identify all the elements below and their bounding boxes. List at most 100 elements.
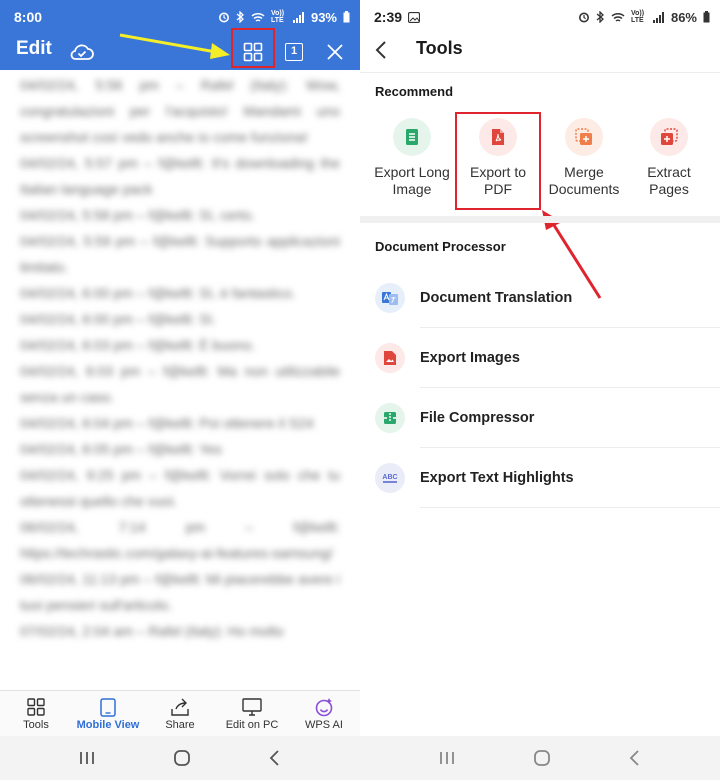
svg-text:ABC: ABC [382, 474, 397, 481]
tab-label: Tools [23, 719, 49, 731]
page-title: Tools [416, 38, 463, 58]
alarm-icon [578, 12, 589, 23]
wifi-icon [611, 12, 625, 22]
recommend-section-title: Recommend [375, 84, 454, 99]
document-text-line: 04/02/24, 6:00 pm – f@kellt: Sì, è fanta… [20, 285, 296, 301]
status-time: 2:39 [374, 9, 403, 25]
tab-wps-ai[interactable]: WPS AI [288, 691, 360, 736]
sparkle-icon [314, 697, 334, 717]
bluetooth-icon [596, 11, 604, 23]
tool-export-text-highlights[interactable]: ABC Export Text Highlights [360, 448, 720, 508]
signal-label: Vo)) LTE [630, 10, 645, 24]
document-text-line: 07/02/24, 2:04 am – Rafel (Italy): Ho mo… [20, 623, 284, 639]
tool-merge-documents[interactable]: Merge Documents [541, 118, 627, 198]
back-nav-icon[interactable] [269, 750, 281, 766]
document-text-line: 04/02/24, 5:59 pm – f@kellt: Supporto ap… [20, 233, 340, 275]
tab-label: Mobile View [76, 719, 140, 731]
recent-apps-icon[interactable] [79, 751, 95, 765]
yellow-arrow-annotation [119, 33, 230, 59]
wifi-icon [251, 12, 265, 22]
section-divider [360, 216, 720, 223]
bluetooth-icon [236, 11, 244, 23]
battery-icon [343, 11, 350, 23]
status-bar: 2:39 Vo)) LTE 86% [360, 0, 720, 34]
page-count-button[interactable]: 1 [283, 34, 305, 70]
tab-label: Share [165, 719, 195, 731]
tool-label: Export Images [420, 350, 520, 366]
status-icons: Vo)) LTE 93% [218, 10, 350, 25]
left-phone-screen: 8:00 Vo)) LTE 93% Edit 1 04/02/24, 5:56 [0, 0, 360, 780]
document-text-line: 04/02/24, 6:05 pm – f@kellt: Yes [20, 441, 222, 457]
document-text-line: 04/02/24, 5:58 pm – f@kellt: Sì, certo. [20, 207, 256, 223]
tool-label: File Compressor [420, 410, 535, 426]
tab-mobile-view[interactable]: Mobile View [72, 691, 144, 736]
document-text-line: 04/02/24, 5:57 pm – f@kellt: It's downlo… [20, 155, 340, 197]
battery-percent: 86% [670, 9, 697, 25]
processor-section-title: Document Processor [375, 239, 506, 254]
grid-icon [27, 697, 45, 717]
status-bar: 8:00 Vo)) LTE 93% [0, 0, 360, 34]
system-nav-bar [0, 736, 360, 780]
tab-label: Edit on PC [225, 719, 279, 731]
merge-icon [565, 118, 603, 156]
edit-title[interactable]: Edit [16, 38, 52, 60]
tool-label: Export Long Image [374, 164, 450, 197]
row-divider [420, 507, 720, 508]
extract-icon [650, 118, 688, 156]
status-time-group: 2:39 [374, 9, 578, 25]
right-phone-screen: 2:39 Vo)) LTE 86% Tools Recommend Export… [360, 0, 720, 780]
tool-export-long-image[interactable]: Export Long Image [369, 118, 455, 198]
back-arrow-icon[interactable] [374, 39, 388, 66]
header-divider [360, 72, 720, 73]
page-header: Tools [360, 34, 720, 72]
gallery-notification-icon [408, 11, 421, 23]
tool-file-compressor[interactable]: File Compressor [360, 388, 720, 448]
document-content[interactable]: 04/02/24, 5:56 pm – Rafel (Italy): Wow, … [0, 70, 360, 690]
battery-icon [703, 11, 710, 23]
tool-document-translation[interactable]: Document Translation [360, 268, 720, 328]
document-text-line: 04/02/24, 6:04 pm – f@kellt: Poi ottener… [20, 415, 314, 431]
tab-share[interactable]: Share [144, 691, 216, 736]
back-nav-icon[interactable] [629, 750, 641, 766]
monitor-icon [242, 697, 262, 717]
signal-bars-icon [292, 11, 304, 23]
document-text-line: 06/02/24, 7:14 pm – f@kellt: https://tec… [20, 519, 340, 561]
tool-label: Merge Documents [548, 164, 620, 197]
document-text-line: 04/02/24, 6:03 pm – f@kellt: È buono. [20, 337, 256, 353]
alarm-icon [218, 12, 229, 23]
tab-tools[interactable]: Tools [0, 691, 72, 736]
highlight-box-export-pdf [455, 112, 541, 210]
document-text-line: 06/02/24, 11:13 pm – f@kellt: Mi piacere… [20, 571, 340, 613]
tab-edit-on-pc[interactable]: Edit on PC [216, 691, 288, 736]
home-icon[interactable] [173, 749, 191, 767]
status-icons: Vo)) LTE 86% [578, 10, 710, 25]
home-icon[interactable] [533, 749, 551, 767]
signal-label: Vo)) LTE [270, 10, 285, 24]
share-icon [170, 697, 190, 717]
tool-label: Document Translation [420, 290, 573, 306]
page-count-badge: 1 [285, 43, 303, 61]
abc-highlight-icon: ABC [375, 463, 405, 493]
document-text-line: 04/02/24, 9:25 pm – f@kellt: Vorrei solo… [20, 467, 340, 509]
close-icon[interactable] [324, 34, 346, 70]
bottom-tab-bar: Tools Mobile View Share Edit on PC WPS A… [0, 690, 360, 736]
image-icon [375, 343, 405, 373]
signal-bars-icon [652, 11, 664, 23]
system-nav-bar [360, 736, 720, 780]
long-image-icon [393, 118, 431, 156]
tablet-icon [100, 697, 116, 717]
cloud-sync-icon[interactable] [68, 34, 96, 70]
highlight-box-tools [231, 28, 275, 68]
document-text-line: 04/02/24, 6:03 pm – f@kellt: Ma non util… [20, 363, 340, 405]
tool-label: Export Text Highlights [420, 470, 574, 486]
tool-export-images[interactable]: Export Images [360, 328, 720, 388]
status-time: 8:00 [14, 9, 43, 25]
recent-apps-icon[interactable] [439, 751, 455, 765]
translate-icon [375, 283, 405, 313]
tab-label: WPS AI [305, 719, 343, 731]
compress-icon [375, 403, 405, 433]
document-text-line: 04/02/24, 5:56 pm – Rafel (Italy): Wow, … [20, 77, 340, 145]
tool-extract-pages[interactable]: Extract Pages [626, 118, 712, 198]
battery-percent: 93% [310, 9, 337, 25]
document-text-line: 04/02/24, 6:00 pm – f@kellt: Sì. [20, 311, 217, 327]
